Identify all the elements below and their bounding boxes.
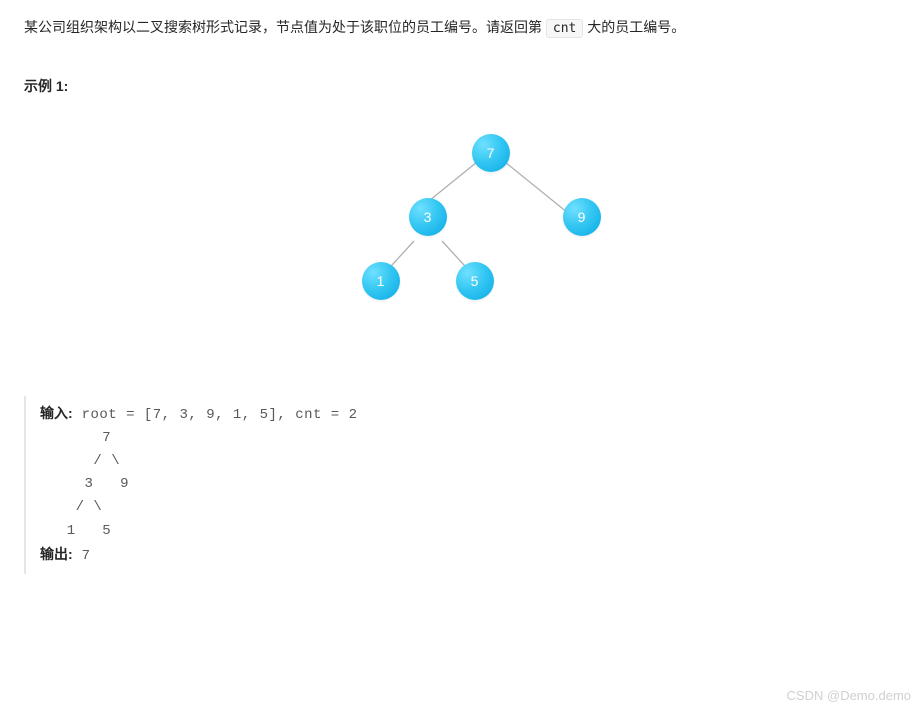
tree-node-3: 3 [409,198,447,236]
tree-diagram: 7 3 9 1 5 [252,116,672,346]
desc-text-1: 某公司组织架构以二叉搜索树形式记录，节点值为处于该职位的员工编号。请返回第 [24,19,546,35]
tree-node-5: 5 [456,262,494,300]
ascii-tree-l3: 3 9 [40,473,899,496]
input-value: root = [7, 3, 9, 1, 5], cnt = 2 [73,407,358,423]
example-code-block: 输入: root = [7, 3, 9, 1, 5], cnt = 2 7 / … [24,396,899,574]
tree-node-1: 1 [362,262,400,300]
output-line: 输出: 7 [40,543,899,568]
example-title: 示例 1: [24,76,899,96]
tree-node-9: 9 [563,198,601,236]
output-label: 输出: [40,546,73,562]
output-value: 7 [73,548,91,564]
problem-description: 某公司组织架构以二叉搜索树形式记录，节点值为处于该职位的员工编号。请返回第 cn… [24,16,899,40]
input-label: 输入: [40,405,73,421]
watermark: CSDN @Demo.demo [787,688,911,703]
inline-code-cnt: cnt [546,19,583,38]
ascii-tree-l1: 7 [40,427,899,450]
tree-edges [252,116,672,346]
ascii-tree-l4: / \ [40,496,899,519]
input-line: 输入: root = [7, 3, 9, 1, 5], cnt = 2 [40,402,899,427]
ascii-tree-l2: / \ [40,450,899,473]
ascii-tree-l5: 1 5 [40,520,899,543]
tree-node-7: 7 [472,134,510,172]
desc-text-2: 大的员工编号。 [583,19,685,35]
